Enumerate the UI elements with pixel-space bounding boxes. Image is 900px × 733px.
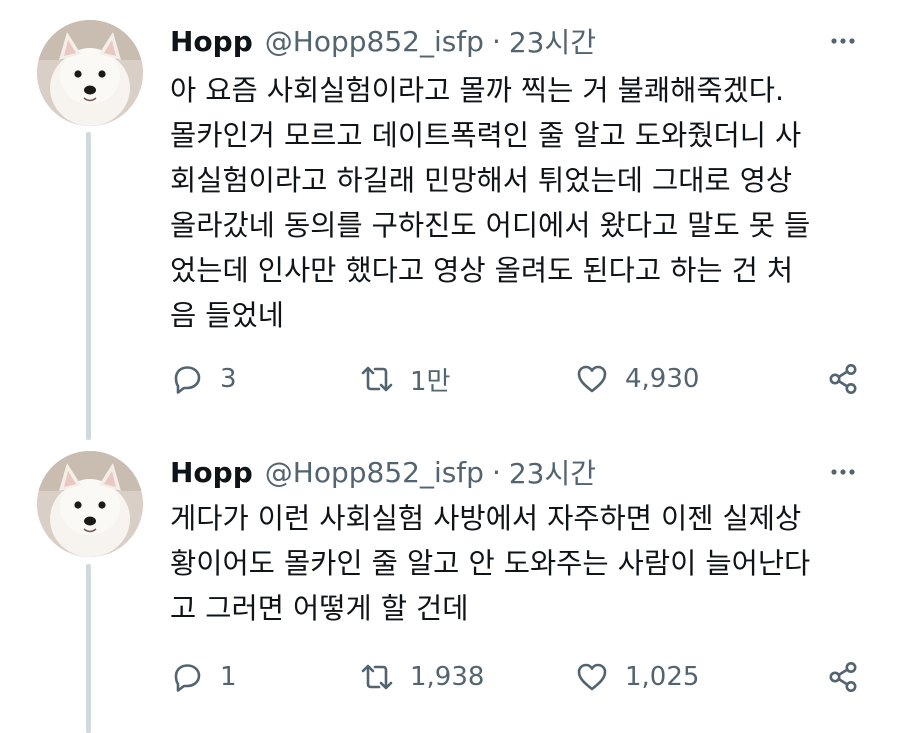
user-handle[interactable]: @Hopp852_isfp <box>265 25 484 58</box>
separator-dot: · <box>491 24 501 58</box>
retweet-button[interactable]: 1만 <box>360 359 450 399</box>
more-options-button[interactable] <box>826 455 860 489</box>
user-handle[interactable]: @Hopp852_isfp <box>265 456 484 489</box>
retweet-icon <box>361 366 393 392</box>
more-horizontal-icon <box>831 469 855 475</box>
more-horizontal-icon <box>831 38 855 44</box>
tweet-header: Hopp @Hopp852_isfp · 23시간 <box>170 452 596 492</box>
tweet-text: 게다가 이런 사회실험 사방에서 자주하면 이젠 실제상 황이어도 몰카인 줄 … <box>170 502 811 625</box>
more-options-button[interactable] <box>826 24 860 58</box>
display-name[interactable]: Hopp <box>170 456 253 489</box>
share-icon <box>829 662 857 692</box>
retweet-button[interactable]: 1,938 <box>360 657 484 697</box>
tweet[interactable]: Hopp @Hopp852_isfp · 23시간 게다가 이런 사회실험 사방… <box>0 440 900 733</box>
tweet[interactable]: Hopp @Hopp852_isfp · 23시간 아 요즘 사회실험이라고 몰… <box>0 0 900 440</box>
timestamp[interactable]: 23시간 <box>509 21 596 61</box>
heart-icon <box>577 365 607 393</box>
reply-button[interactable]: 1 <box>170 657 237 697</box>
like-count: 4,930 <box>625 364 700 394</box>
reply-count: 3 <box>220 364 237 394</box>
avatar[interactable] <box>37 451 143 557</box>
samoyed-avatar-image <box>37 451 143 557</box>
thread-connector-line <box>86 132 91 440</box>
share-button[interactable] <box>826 657 860 697</box>
retweet-count: 1,938 <box>410 662 485 692</box>
reply-icon <box>174 664 201 692</box>
heart-icon <box>577 663 607 691</box>
reply-count: 1 <box>220 662 237 692</box>
share-button[interactable] <box>826 359 860 399</box>
tweet-actions: 3 1만 4,930 <box>170 359 870 399</box>
display-name[interactable]: Hopp <box>170 25 253 58</box>
timestamp[interactable]: 23시간 <box>509 452 596 492</box>
tweet-actions: 1 1,938 1,025 <box>170 657 870 697</box>
reply-icon <box>174 366 201 394</box>
like-button[interactable]: 4,930 <box>575 359 699 399</box>
share-icon <box>829 364 857 394</box>
thread-connector-line <box>86 564 91 733</box>
tweet-header: Hopp @Hopp852_isfp · 23시간 <box>170 21 596 61</box>
avatar[interactable] <box>37 20 143 126</box>
reply-button[interactable]: 3 <box>170 359 237 399</box>
retweet-count: 1만 <box>410 366 451 397</box>
samoyed-avatar-image <box>37 20 143 126</box>
tweet-text: 아 요즘 사회실험이라고 몰까 찍는 거 불쾌해죽겠다. 몰카인거 모르고 데이… <box>170 74 811 332</box>
retweet-icon <box>361 664 393 690</box>
like-count: 1,025 <box>625 662 700 692</box>
like-button[interactable]: 1,025 <box>575 657 699 697</box>
separator-dot: · <box>491 455 501 489</box>
